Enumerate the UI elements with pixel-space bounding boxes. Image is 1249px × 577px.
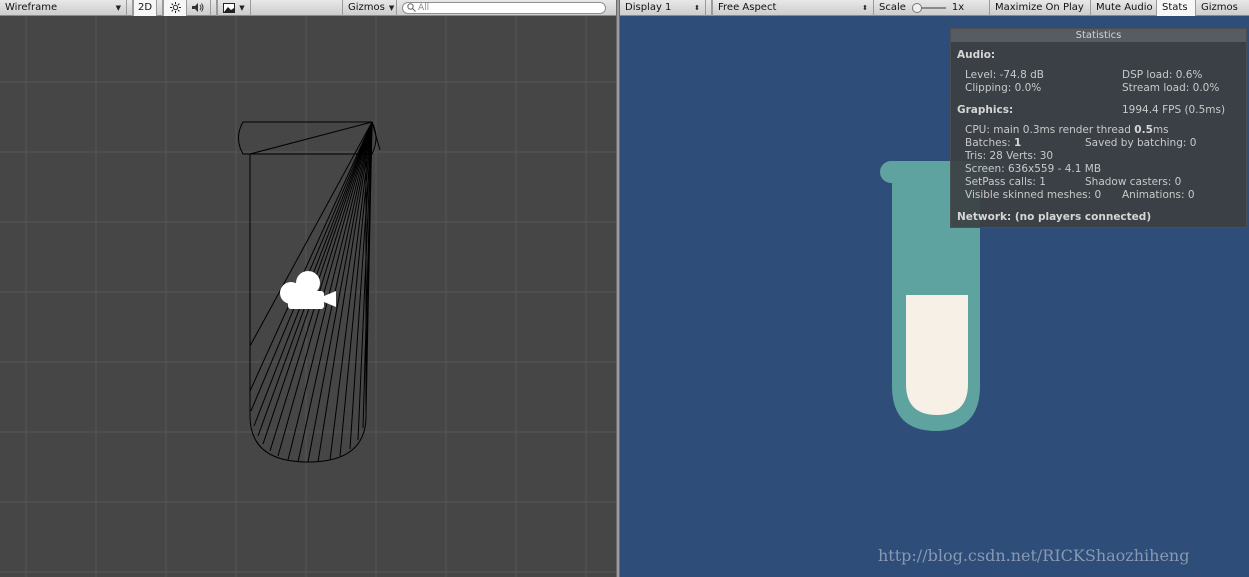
network-status: Network: (no players connected) — [957, 211, 1152, 223]
statistics-title: Statistics — [951, 29, 1246, 42]
speaker-icon — [192, 3, 204, 12]
scene-effects-dropdown[interactable]: ▼ — [217, 0, 251, 16]
setpass-calls: SetPass calls: 1 — [965, 176, 1046, 188]
stats-label: Stats — [1162, 2, 1188, 13]
stream-load: Stream load: 0.0% — [1122, 82, 1220, 94]
game-gizmos-toggle[interactable]: Gizmos — [1196, 0, 1249, 16]
chevron-updown-icon: ⬍ — [862, 3, 868, 12]
fps: 1994.4 FPS (0.5ms) — [1122, 104, 1226, 116]
toolbar-spacer — [251, 0, 343, 16]
cpu-stats: CPU: main 0.3ms render thread 0.5ms — [965, 124, 1169, 136]
scene-canvas[interactable] — [0, 16, 616, 577]
cpu-suffix: ms — [1152, 124, 1169, 136]
audio-heading: Audio: — [957, 49, 996, 61]
watermark: http://blog.csdn.net/RICKShaozhiheng — [878, 546, 1190, 565]
audio-level: Level: -74.8 dB — [965, 69, 1044, 81]
mute-audio-toggle[interactable]: Mute Audio — [1091, 0, 1157, 16]
scene-gizmos-dropdown[interactable]: Gizmos ▼ — [343, 0, 397, 16]
cpu-prefix: CPU: main 0.3ms render thread — [965, 124, 1135, 136]
screen-info: Screen: 636x559 - 4.1 MB — [965, 163, 1102, 175]
scene-panel: Wireframe ▼ 2D ▼ Gizmos ▼ All — [0, 0, 616, 577]
batches-value: 1 — [1014, 137, 1022, 149]
graphics-heading: Graphics: — [957, 104, 1014, 116]
dsp-load: DSP load: 0.6% — [1122, 69, 1203, 81]
sun-icon — [169, 2, 181, 13]
display-dropdown[interactable]: Display 1 ⬍ — [620, 0, 706, 16]
scale-control: Scale 1x — [874, 0, 990, 16]
game-view[interactable]: Statistics Audio: Level: -74.8 dB DSP lo… — [620, 16, 1249, 577]
shadow-casters: Shadow casters: 0 — [1085, 176, 1182, 188]
maximize-on-play-toggle[interactable]: Maximize On Play — [990, 0, 1091, 16]
scale-label: Scale — [879, 2, 906, 13]
statistics-panel: Statistics Audio: Level: -74.8 dB DSP lo… — [950, 28, 1247, 228]
batches: Batches: 1 — [965, 137, 1021, 149]
tube-liquid — [906, 295, 968, 415]
display-label: Display 1 — [625, 2, 672, 13]
camera-icon[interactable] — [280, 271, 336, 309]
skinned-meshes: Visible skinned meshes: 0 — [965, 189, 1102, 201]
2d-mode-label: 2D — [137, 2, 153, 13]
aspect-dropdown[interactable]: Free Aspect ⬍ — [712, 0, 874, 16]
dropdown-arrow-icon: ▼ — [239, 3, 245, 12]
gizmos-label: Gizmos — [1201, 2, 1238, 13]
scene-lighting-toggle[interactable] — [163, 0, 187, 16]
search-icon — [407, 3, 416, 12]
aspect-label: Free Aspect — [718, 2, 777, 13]
game-panel: Display 1 ⬍ Free Aspect ⬍ Scale 1x Maxim… — [620, 0, 1249, 577]
scene-audio-toggle[interactable] — [187, 0, 211, 16]
scene-view[interactable] — [0, 16, 616, 577]
animations: Animations: 0 — [1122, 189, 1195, 201]
scene-search-input[interactable]: All — [402, 1, 606, 14]
chevron-updown-icon: ⬍ — [694, 3, 700, 12]
shading-mode-label: Wireframe — [5, 2, 58, 13]
batches-label: Batches: — [965, 137, 1014, 149]
scale-slider-thumb[interactable] — [911, 2, 922, 13]
search-placeholder: All — [418, 2, 430, 13]
scene-toolbar: Wireframe ▼ 2D ▼ Gizmos ▼ All — [0, 0, 616, 16]
cpu-render-value: 0.5 — [1134, 124, 1153, 136]
2d-mode-toggle[interactable]: 2D — [133, 0, 157, 16]
saved-by-batching: Saved by batching: 0 — [1085, 137, 1197, 149]
gizmos-label: Gizmos — [348, 2, 385, 13]
clipping: Clipping: 0.0% — [965, 82, 1042, 94]
mute-label: Mute Audio — [1096, 2, 1153, 13]
tris-verts: Tris: 28 Verts: 30 — [965, 150, 1054, 162]
image-icon — [223, 2, 236, 13]
dropdown-arrow-icon: ▼ — [115, 3, 121, 12]
game-toolbar: Display 1 ⬍ Free Aspect ⬍ Scale 1x Maxim… — [620, 0, 1249, 16]
scale-slider[interactable] — [911, 2, 946, 13]
stats-toggle[interactable]: Stats — [1157, 0, 1196, 16]
maximize-label: Maximize On Play — [995, 2, 1084, 13]
wireframe-edge — [249, 121, 373, 392]
dropdown-arrow-icon: ▼ — [388, 3, 395, 12]
scale-value: 1x — [951, 2, 965, 13]
shading-mode-dropdown[interactable]: Wireframe ▼ — [0, 0, 127, 16]
